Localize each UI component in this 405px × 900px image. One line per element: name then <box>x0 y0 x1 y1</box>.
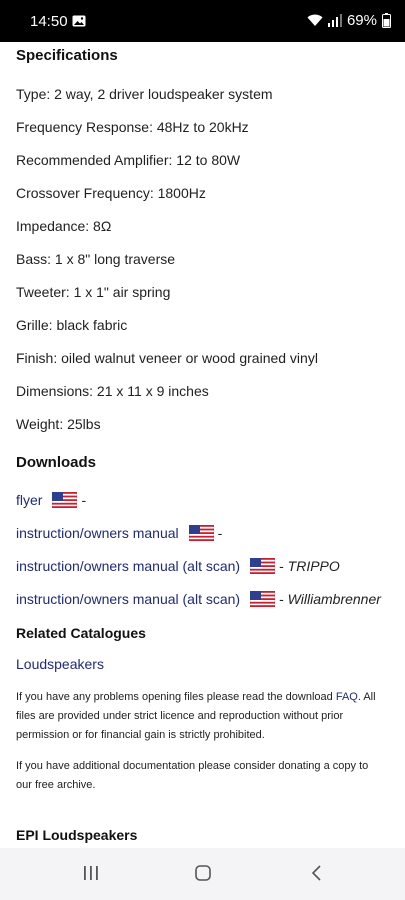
download-item: instruction/owners manual (alt scan) - T… <box>16 558 340 574</box>
download-suffix: - TRIPPO <box>279 558 340 574</box>
download-link-manual-alt-trippo[interactable]: instruction/owners manual (alt scan) <box>16 558 240 574</box>
recents-icon[interactable] <box>82 864 100 882</box>
gallery-notification-icon <box>72 15 86 27</box>
spec-finish: Finish: oiled walnut veneer or wood grai… <box>16 350 318 366</box>
spec-tweeter: Tweeter: 1 x 1" air spring <box>16 284 171 300</box>
contributor-name: Williambrenner <box>287 591 381 607</box>
battery-icon <box>382 13 391 28</box>
download-suffix: - <box>217 525 223 541</box>
contributor-name: TRIPPO <box>287 558 340 574</box>
download-link-manual[interactable]: instruction/owners manual <box>16 525 179 541</box>
navigation-bar <box>0 848 405 900</box>
epi-loudspeakers-heading: EPI Loudspeakers <box>16 827 138 843</box>
suffix-dash: - <box>279 591 288 607</box>
download-suffix: - Williambrenner <box>279 591 381 607</box>
spec-recommended-amplifier: Recommended Amplifier: 12 to 80W <box>16 152 241 168</box>
download-item: instruction/owners manual - <box>16 525 222 541</box>
spec-dimensions: Dimensions: 21 x 11 x 9 inches <box>16 383 209 399</box>
status-bar: 14:50 69% <box>0 0 405 42</box>
back-icon[interactable] <box>308 864 326 882</box>
faq-link[interactable]: FAQ <box>336 691 358 703</box>
spec-weight: Weight: 25lbs <box>16 416 101 432</box>
spec-impedance: Impedance: 8Ω <box>16 218 112 234</box>
downloads-heading: Downloads <box>16 454 97 471</box>
us-flag-icon <box>250 558 276 574</box>
us-flag-icon <box>188 525 214 541</box>
spec-grille: Grille: black fabric <box>16 317 128 333</box>
download-item: instruction/owners manual (alt scan) - W… <box>16 591 381 607</box>
battery-percent: 69% <box>346 12 377 29</box>
spec-type: Type: 2 way, 2 driver loudspeaker system <box>16 86 273 102</box>
donate-notice: If you have additional documentation ple… <box>16 760 369 791</box>
signal-icon <box>327 14 342 27</box>
related-link-loudspeakers[interactable]: Loudspeakers <box>16 656 104 672</box>
spec-frequency-response: Frequency Response: 48Hz to 20kHz <box>16 119 249 135</box>
status-time: 14:50 <box>30 13 68 30</box>
home-icon[interactable] <box>194 864 212 882</box>
status-icons: 69% <box>307 12 391 29</box>
download-notice: If you have any problems opening files p… <box>16 688 378 745</box>
us-flag-icon <box>52 492 78 508</box>
specifications-heading: Specifications <box>16 47 118 64</box>
download-link-manual-alt-williambrenner[interactable]: instruction/owners manual (alt scan) <box>16 591 240 607</box>
wifi-icon <box>307 14 323 26</box>
spec-bass: Bass: 1 x 8" long traverse <box>16 251 176 267</box>
notice-text: If you have any problems opening files p… <box>16 691 336 703</box>
related-catalogues-heading: Related Catalogues <box>16 625 146 641</box>
download-link-flyer[interactable]: flyer <box>16 492 42 508</box>
download-item: flyer - <box>16 492 86 508</box>
spec-crossover-frequency: Crossover Frequency: 1800Hz <box>16 185 206 201</box>
us-flag-icon <box>250 591 276 607</box>
suffix-dash: - <box>279 558 288 574</box>
download-suffix: - <box>81 492 87 508</box>
